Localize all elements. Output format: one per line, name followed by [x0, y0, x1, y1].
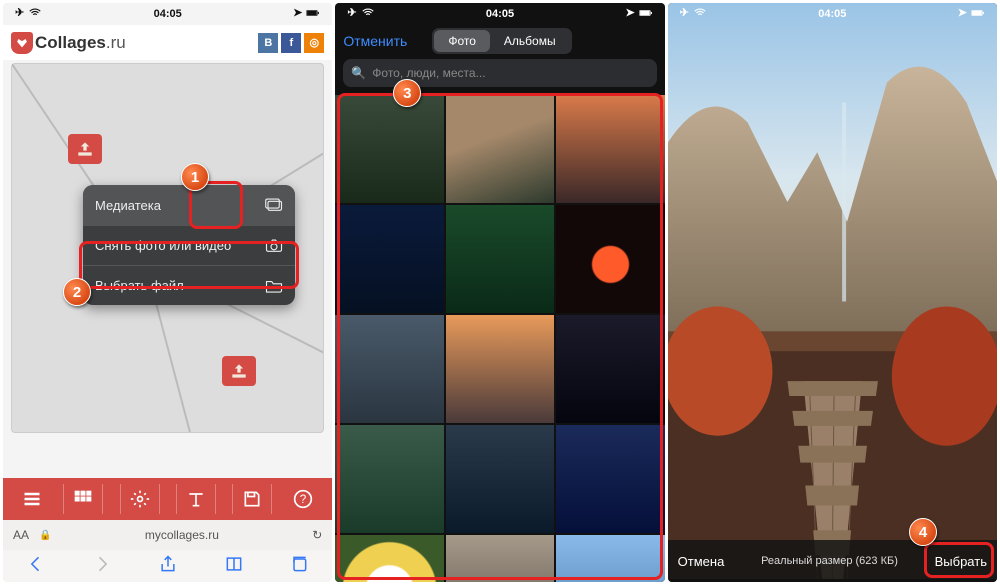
- status-bar: ✈ 04:05 ➤: [3, 3, 332, 25]
- photo-thumb[interactable]: [335, 205, 443, 313]
- site-logo[interactable]: Collages.ru: [11, 32, 126, 54]
- folder-icon: [265, 279, 283, 293]
- logo-tld: .ru: [106, 33, 126, 53]
- screen-photo-picker: ✈ 04:05 ➤ Отменить Фото Альбомы 🔍 Фото, …: [335, 3, 664, 582]
- battery-icon: [306, 6, 320, 23]
- photo-thumb[interactable]: [335, 95, 443, 203]
- location-icon: ➤: [293, 6, 302, 23]
- photo-thumb[interactable]: [556, 205, 664, 313]
- airplane-icon: ✈: [15, 6, 24, 23]
- preview-bottom-bar: Отмена Реальный размер (623 КБ) Выбрать: [668, 540, 997, 582]
- grid-button[interactable]: [63, 484, 103, 514]
- photo-thumb[interactable]: [556, 315, 664, 423]
- photo-thumb[interactable]: [556, 425, 664, 533]
- photos-icon: [265, 198, 283, 212]
- url-text: mycollages.ru: [61, 528, 302, 542]
- wifi-icon: [28, 6, 42, 23]
- location-icon: ➤: [625, 6, 634, 23]
- search-placeholder: Фото, люди, места...: [372, 66, 485, 80]
- segmented-control[interactable]: Фото Альбомы: [432, 28, 571, 54]
- photo-thumb[interactable]: [335, 535, 443, 582]
- back-button[interactable]: [26, 554, 46, 579]
- tab-albums[interactable]: Альбомы: [490, 30, 570, 52]
- bottom-toolbar: ?: [3, 478, 332, 520]
- location-icon: ➤: [958, 6, 967, 23]
- step-marker: 2: [63, 278, 91, 306]
- search-field[interactable]: 🔍 Фото, люди, места...: [343, 59, 656, 87]
- menu-item-library[interactable]: Медиатека: [83, 185, 295, 225]
- text-button[interactable]: [176, 484, 216, 514]
- photo-thumb[interactable]: [446, 425, 554, 533]
- status-time: 04:05: [486, 8, 514, 20]
- social-links: B f ◎: [258, 33, 324, 53]
- step-marker: 4: [909, 518, 937, 546]
- search-icon: 🔍: [351, 66, 366, 80]
- size-label[interactable]: Реальный размер (623 КБ): [761, 555, 898, 567]
- screen-collages: ✈ 04:05 ➤ Collages.ru B f ◎: [3, 3, 332, 582]
- logo-brand: Collages: [35, 33, 106, 53]
- status-bar: ✈ 04:05 ➤: [335, 3, 664, 25]
- upload-slot-button[interactable]: [68, 134, 102, 164]
- menu-item-file[interactable]: Выбрать файл: [83, 265, 295, 305]
- airplane-icon: ✈: [347, 6, 356, 23]
- help-button[interactable]: ?: [288, 484, 318, 514]
- site-header: Collages.ru B f ◎: [3, 25, 332, 60]
- forward-button[interactable]: [92, 554, 112, 579]
- photo-thumb[interactable]: [335, 315, 443, 423]
- menu-label: Выбрать файл: [95, 278, 184, 293]
- tab-photos[interactable]: Фото: [434, 30, 490, 52]
- safari-toolbar: [3, 550, 332, 582]
- photo-thumb[interactable]: [446, 315, 554, 423]
- photo-grid: [335, 95, 664, 582]
- save-button[interactable]: [232, 484, 272, 514]
- logo-heart-icon: [11, 32, 33, 54]
- photo-thumb[interactable]: [446, 535, 554, 582]
- photo-thumb[interactable]: [446, 205, 554, 313]
- airplane-icon: ✈: [680, 6, 689, 23]
- menu-item-camera[interactable]: Снять фото или видео: [83, 225, 295, 265]
- step-marker: 1: [181, 163, 209, 191]
- screen-photo-preview: ✈ 04:05 ➤ Отмена Реальный размер (623 КБ…: [668, 3, 997, 582]
- upload-source-menu: Медиатека Снять фото или видео Выбрать ф…: [83, 185, 295, 305]
- fb-icon[interactable]: f: [281, 33, 301, 53]
- tabs-button[interactable]: [289, 554, 309, 579]
- preview-image[interactable]: [668, 3, 997, 579]
- vk-icon[interactable]: B: [258, 33, 278, 53]
- status-time: 04:05: [818, 8, 846, 20]
- reload-icon[interactable]: ↻: [312, 528, 322, 542]
- share-button[interactable]: [158, 554, 178, 579]
- photo-thumb[interactable]: [335, 425, 443, 533]
- upload-slot-button[interactable]: [222, 356, 256, 386]
- ok-icon[interactable]: ◎: [304, 33, 324, 53]
- cancel-button[interactable]: Отменить: [343, 33, 407, 49]
- battery-icon: [971, 6, 985, 23]
- status-time: 04:05: [154, 8, 182, 20]
- photo-thumb[interactable]: [446, 95, 554, 203]
- bookmarks-button[interactable]: [224, 554, 244, 579]
- camera-icon: [265, 239, 283, 253]
- menu-label: Снять фото или видео: [95, 238, 231, 253]
- wifi-icon: [361, 6, 375, 23]
- settings-button[interactable]: [120, 484, 160, 514]
- wifi-icon: [693, 6, 707, 23]
- svg-text:?: ?: [300, 493, 307, 506]
- select-button[interactable]: Выбрать: [935, 554, 987, 569]
- font-size-button[interactable]: AA: [13, 528, 29, 542]
- menu-label: Медиатека: [95, 198, 161, 213]
- status-bar: ✈ 04:05 ➤: [668, 3, 997, 25]
- battery-icon: [639, 6, 653, 23]
- photo-thumb[interactable]: [556, 95, 664, 203]
- photo-thumb[interactable]: [556, 535, 664, 582]
- picker-nav: Отменить Фото Альбомы: [335, 25, 664, 57]
- safari-address-bar[interactable]: AA 🔒 mycollages.ru ↻: [3, 520, 332, 550]
- menu-button[interactable]: [17, 484, 47, 514]
- cancel-button[interactable]: Отмена: [678, 554, 725, 569]
